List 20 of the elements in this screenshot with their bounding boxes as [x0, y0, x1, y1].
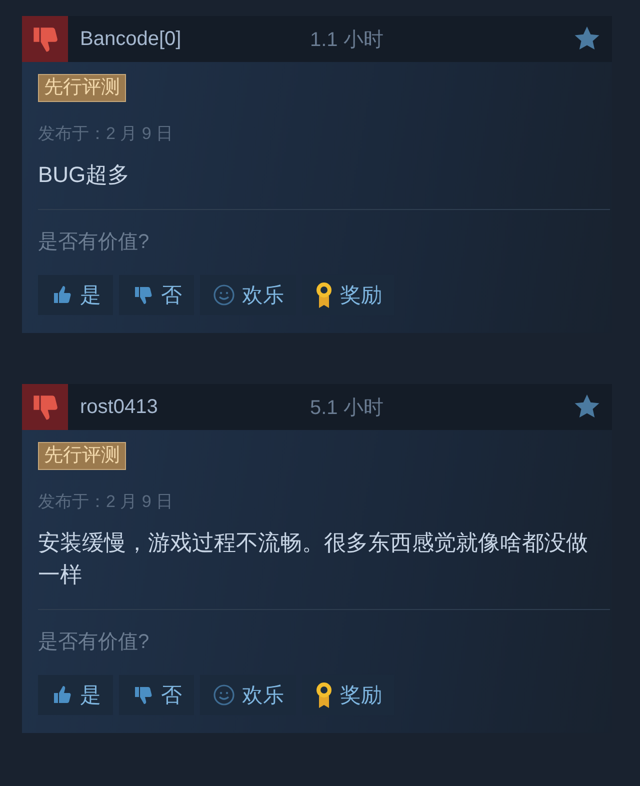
post-date: 发布于：2 月 9 日	[38, 123, 174, 145]
award-ribbon-icon	[314, 681, 334, 709]
no-button[interactable]: 否	[119, 675, 194, 715]
author-name[interactable]: Bancode[0]	[80, 28, 310, 50]
review-text: BUG超多	[38, 161, 131, 189]
yes-button[interactable]: 是	[38, 275, 113, 315]
early-access-badge: 先行评测	[38, 442, 126, 470]
no-button[interactable]: 否	[119, 275, 194, 315]
playtime: 1.1 小时	[310, 28, 384, 52]
post-date: 发布于：2 月 9 日	[38, 491, 174, 513]
helpful-question: 是否有价值?	[38, 230, 150, 255]
smiley-icon	[212, 683, 236, 707]
helpful-question: 是否有价值?	[38, 630, 150, 655]
yes-button[interactable]: 是	[38, 675, 113, 715]
smiley-icon	[212, 283, 236, 307]
playtime: 5.1 小时	[310, 396, 384, 420]
author-name[interactable]: rost0413	[80, 396, 310, 418]
award-ribbon-icon	[314, 281, 334, 309]
early-access-badge: 先行评测	[38, 74, 126, 102]
review-text: 安装缓慢，游戏过程不流畅。很多东西感觉就像啥都没做一样	[38, 529, 589, 589]
